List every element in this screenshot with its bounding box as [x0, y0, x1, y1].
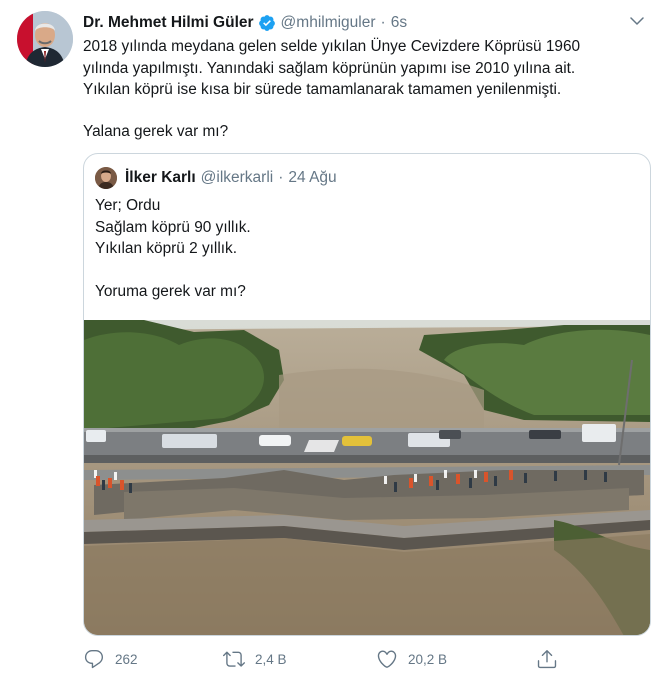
share-button[interactable]: [536, 646, 558, 672]
quoted-text-line: Yıkılan köprü 2 yıllık.: [95, 240, 237, 257]
author-name[interactable]: Dr. Mehmet Hilmi Güler: [83, 14, 254, 32]
reply-count: 262: [115, 651, 138, 667]
quoted-tweet-text: Yer; Ordu Sağlam köprü 90 yıllık. Yıkıla…: [95, 195, 251, 302]
quoted-tweet-photo[interactable]: [84, 320, 650, 635]
separator-dot: ·: [380, 14, 386, 31]
chevron-down-icon[interactable]: [628, 12, 646, 30]
share-icon: [537, 650, 557, 669]
tweet-header: Dr. Mehmet Hilmi Güler @mhilmiguler · 6s: [83, 12, 407, 34]
quoted-tweet-header: İlker Karlı @ilkerkarli · 24 Ağu: [95, 166, 337, 190]
heart-icon: [377, 650, 397, 668]
retweet-count: 2,4 B: [255, 651, 287, 667]
tweet[interactable]: Dr. Mehmet Hilmi Güler @mhilmiguler · 6s…: [0, 0, 668, 680]
quoted-tweet[interactable]: İlker Karlı @ilkerkarli · 24 Ağu Yer; Or…: [83, 153, 651, 636]
quoted-text-line: Yoruma gerek var mı?: [95, 282, 246, 300]
quoted-text-line: Sağlam köprü 90 yıllık.: [95, 218, 251, 236]
quoted-author-name[interactable]: İlker Karlı: [125, 169, 196, 187]
quoted-text-line: Yer; Ordu: [95, 197, 161, 214]
retweet-icon: [223, 651, 245, 667]
verified-badge-icon: [258, 14, 276, 32]
tweet-text-line: Yıkılan köprü ise kısa bir sürede tamaml…: [83, 81, 562, 98]
tweet-text-line: 2018 yılında meydana gelen selde yıkılan…: [83, 38, 581, 55]
tweet-text: 2018 yılında meydana gelen selde yıkılan…: [83, 36, 653, 142]
tweet-timestamp[interactable]: 6s: [391, 14, 407, 32]
reply-icon: [84, 650, 104, 669]
retweet-button[interactable]: 2,4 B: [223, 646, 287, 672]
reply-button[interactable]: 262: [83, 646, 138, 672]
tweet-actions: 262 2,4 B 20,2 B: [83, 646, 563, 672]
author-avatar[interactable]: [17, 11, 73, 67]
tweet-text-line: yılında yapılmıştı. Yanındaki sağlam köp…: [83, 59, 576, 77]
like-button[interactable]: 20,2 B: [376, 646, 447, 672]
quoted-tweet-date[interactable]: 24 Ağu: [288, 169, 336, 187]
separator-dot: ·: [278, 169, 284, 186]
quoted-author-handle[interactable]: @ilkerkarli: [201, 169, 274, 187]
author-handle[interactable]: @mhilmiguler: [281, 14, 376, 32]
like-count: 20,2 B: [408, 651, 448, 667]
quoted-author-avatar[interactable]: [95, 167, 117, 189]
tweet-text-line: Yalana gerek var mı?: [83, 122, 229, 140]
